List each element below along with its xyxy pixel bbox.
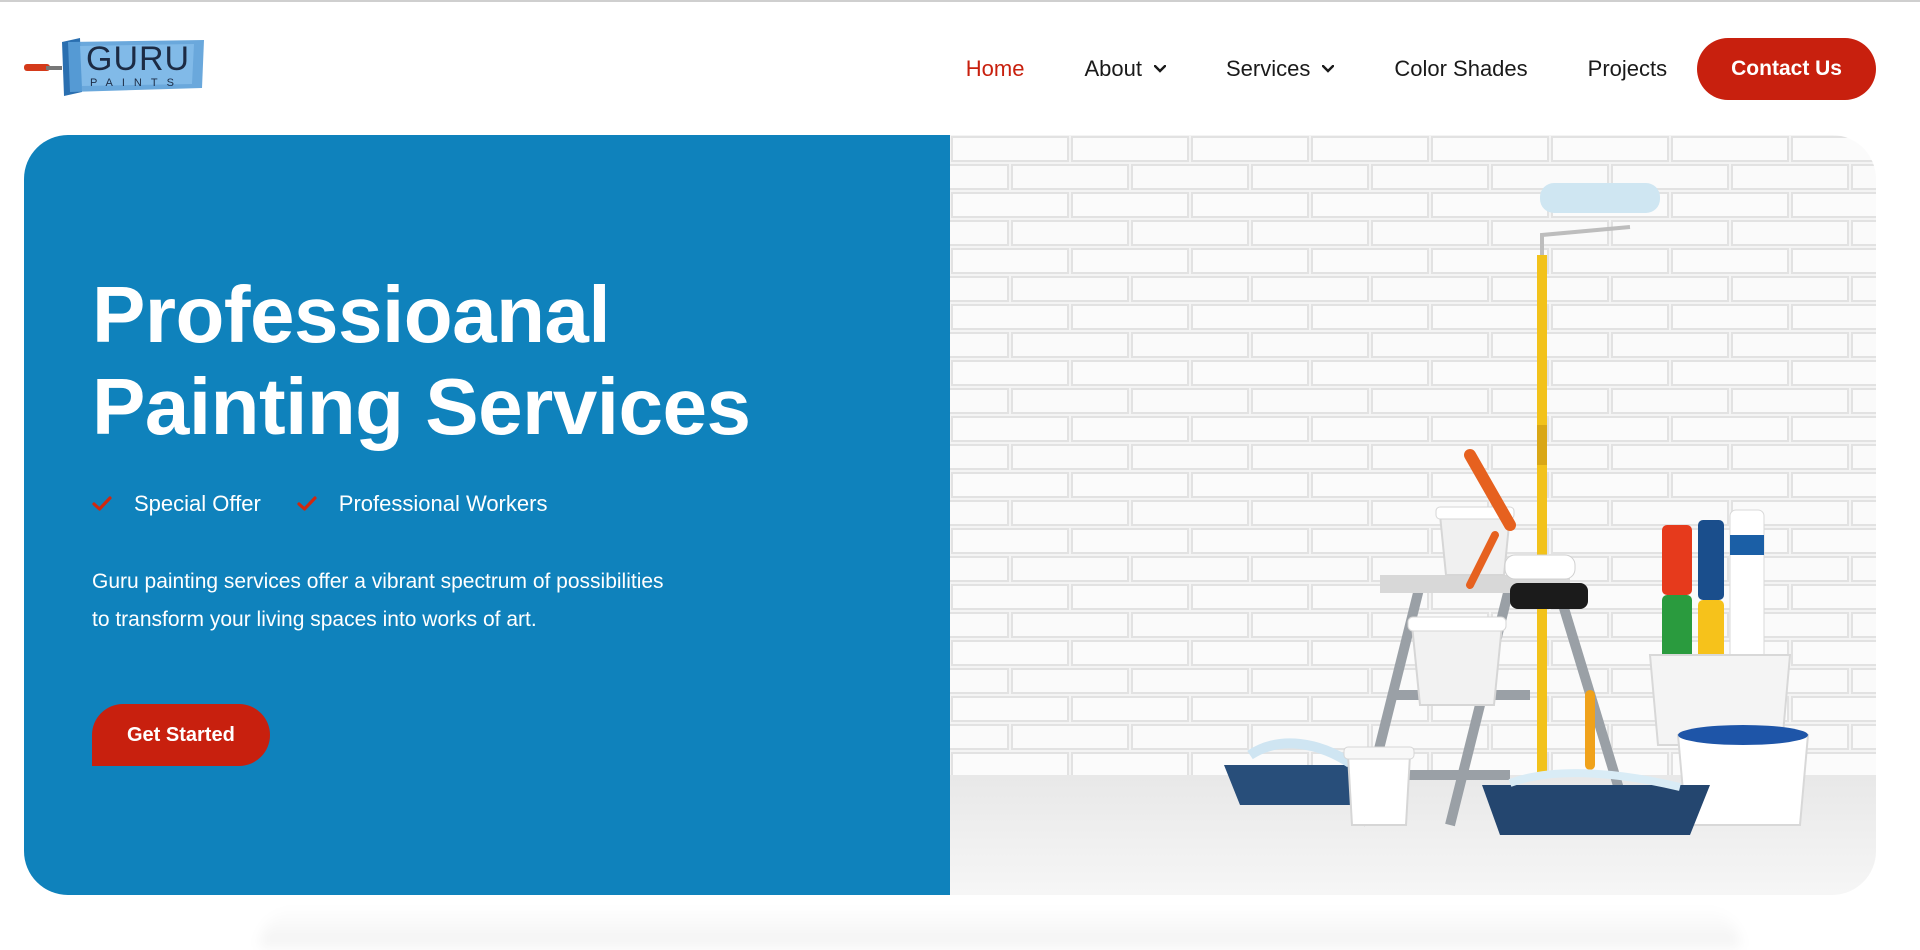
hero-title-line-1: Professioanal xyxy=(92,270,611,359)
get-started-button[interactable]: Get Started xyxy=(92,704,270,766)
hero-section: Professioanal Painting Services Special … xyxy=(24,135,1876,895)
main-nav: Home About Services Color Shades Project… xyxy=(966,38,1876,100)
guru-paints-logo[interactable]: GURU PAINTS xyxy=(24,36,204,102)
nav-label: Projects xyxy=(1587,56,1668,81)
nav-label: Home xyxy=(965,56,1025,81)
section-shadow xyxy=(260,907,1740,947)
chevron-down-icon xyxy=(1153,65,1166,73)
nav-item-projects[interactable]: Projects xyxy=(1588,56,1667,82)
hero-features: Special Offer Professional Workers xyxy=(92,491,583,517)
hero-content-panel: Professioanal Painting Services Special … xyxy=(24,135,950,895)
page: GURU PAINTS Home About Services Color Sh… xyxy=(0,0,1920,950)
nav-label: Color Shades xyxy=(1394,56,1528,81)
logo-text: GURU xyxy=(86,40,190,78)
feature-label: Special Offer xyxy=(134,491,261,516)
nav-item-services[interactable]: Services xyxy=(1225,56,1335,82)
nav-item-home[interactable]: Home xyxy=(966,56,1025,82)
nav-label: Services xyxy=(1225,56,1311,81)
feature-label: Professional Workers xyxy=(338,491,548,516)
paint-roller-icon: GURU PAINTS xyxy=(24,38,204,96)
nav-label: About xyxy=(1084,56,1142,81)
hero-title-line-2: Painting Services xyxy=(92,362,751,451)
feature-item: Special Offer xyxy=(92,491,261,517)
hero-image xyxy=(950,135,1876,895)
check-icon xyxy=(92,496,112,511)
hero-description: Guru painting services offer a vibrant s… xyxy=(92,570,664,631)
hero-title: Professioanal Painting Services xyxy=(92,269,892,453)
chevron-down-icon xyxy=(1322,65,1335,73)
painting-supplies-illustration xyxy=(950,135,1876,895)
feature-item: Professional Workers xyxy=(297,491,548,517)
check-icon xyxy=(297,496,317,511)
contact-us-button[interactable]: Contact Us xyxy=(1697,38,1876,100)
nav-item-about[interactable]: About xyxy=(1084,56,1166,82)
nav-item-color-shades[interactable]: Color Shades xyxy=(1394,56,1527,82)
logo-subtext: PAINTS xyxy=(90,77,183,89)
